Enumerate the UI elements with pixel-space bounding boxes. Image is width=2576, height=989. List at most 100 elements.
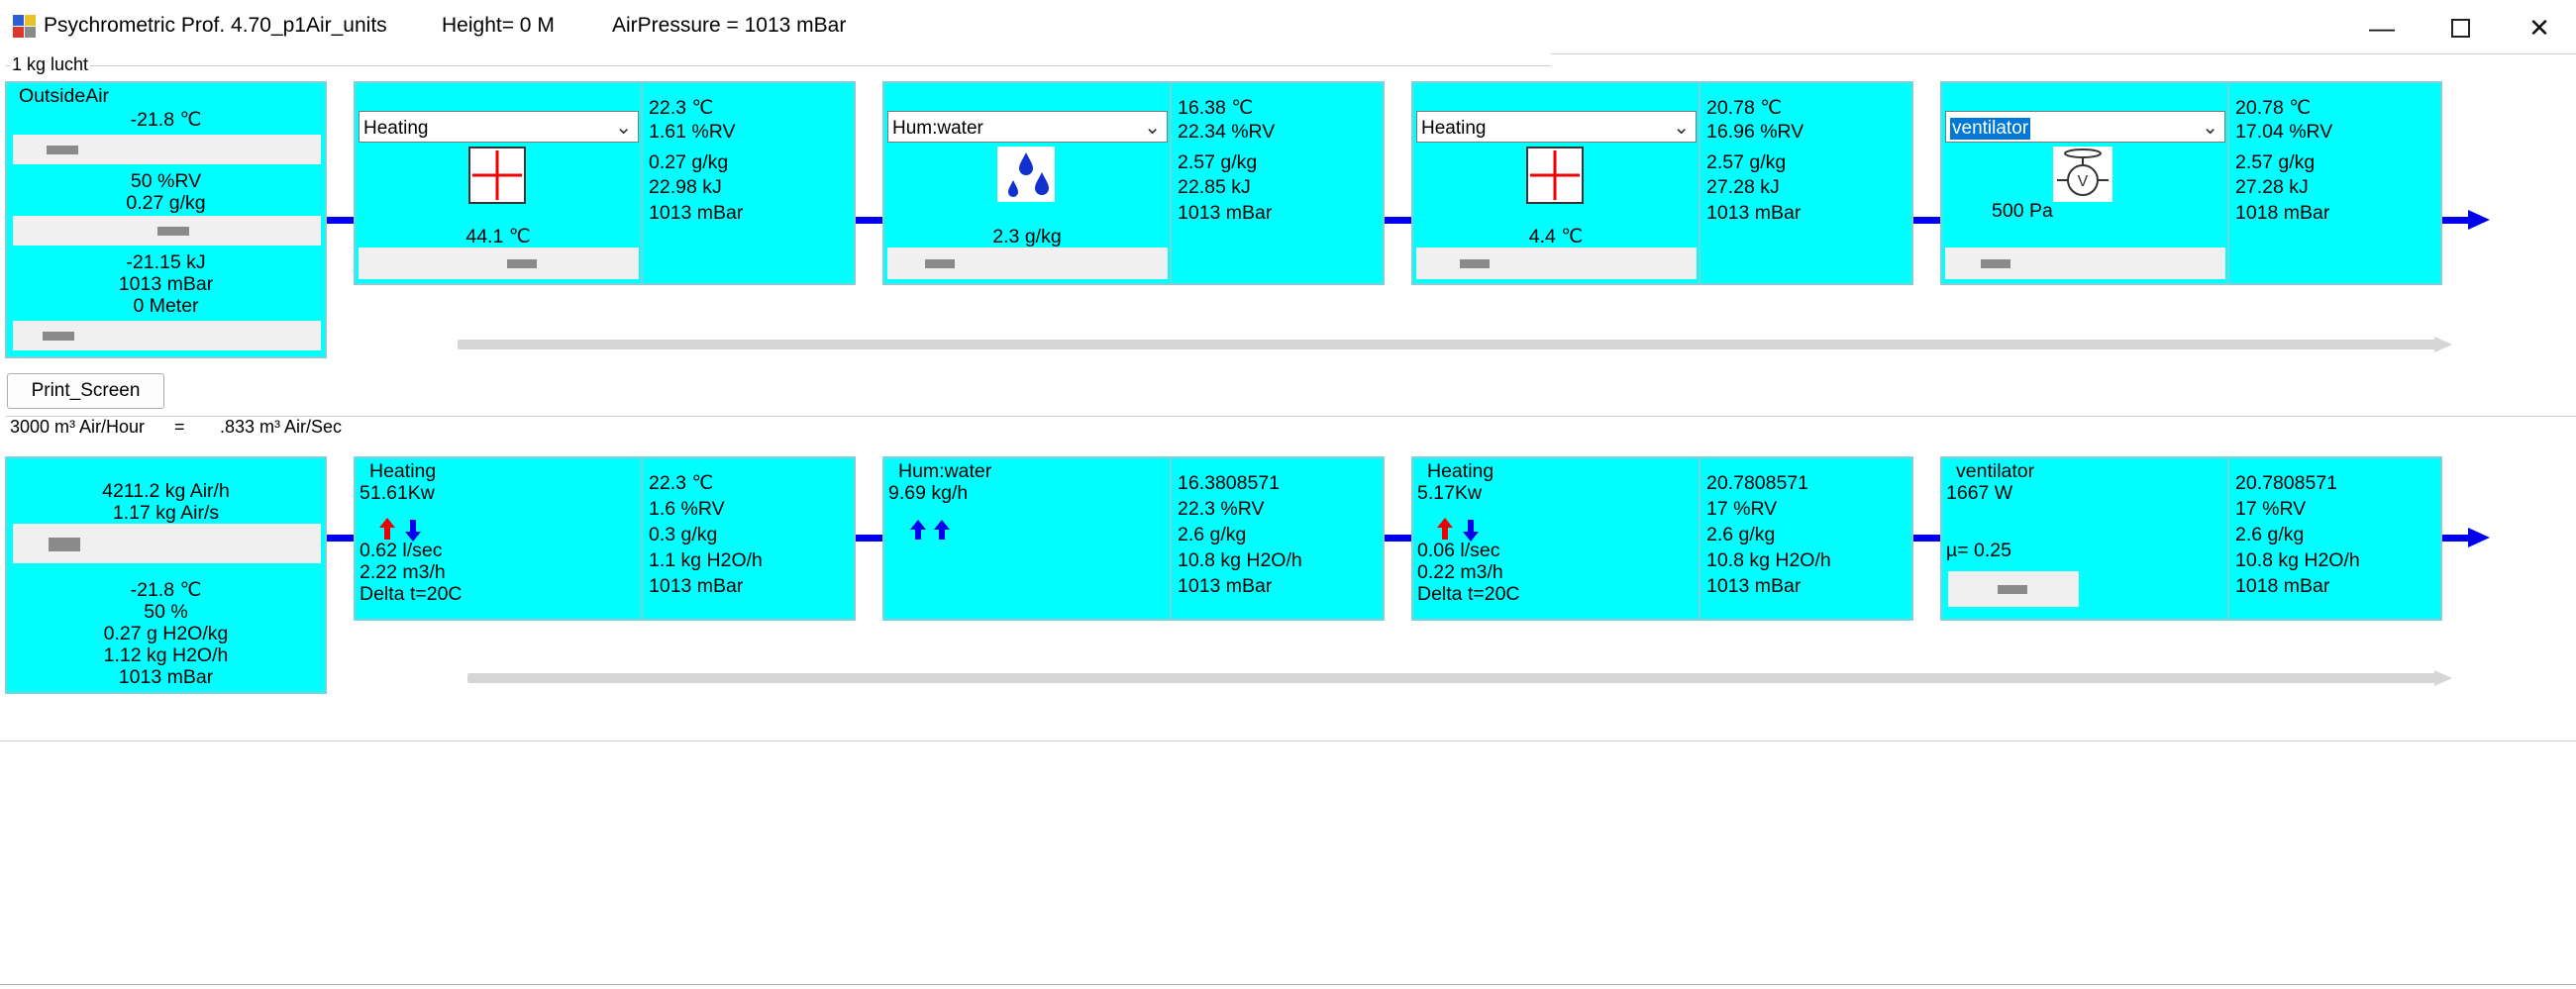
out-moisture: 0.27 g/kg (649, 151, 729, 173)
group-label-1kg: 1 kg lucht (10, 54, 91, 75)
flow-panel-heating-2: Heating 5.17Kw 0.06 l/sec 0.22 m3/h Delt… (1411, 456, 1913, 621)
out-temp: 22.3 ℃ (649, 97, 714, 119)
flow-scroll-thumb[interactable] (49, 538, 80, 551)
outside-rh-2: 50 % (144, 601, 188, 623)
out-rh: 17 %RV (2235, 498, 2307, 520)
flow-connector (2442, 217, 2470, 224)
flow-connector (1913, 535, 1941, 542)
heating-setpoint: 44.1 ℃ (465, 226, 531, 247)
outside-pressure: 1013 mBar (118, 273, 214, 295)
setpoint-scrollbar[interactable] (359, 247, 639, 279)
chevron-down-icon: ⌄ (2202, 117, 2218, 139)
efficiency-scrollbar[interactable] (1948, 571, 2079, 607)
rh-scrollbar[interactable] (13, 216, 321, 246)
outside-height: 0 Meter (133, 295, 199, 317)
out-water: 10.8 kg H2O/h (1178, 549, 1302, 571)
water-consumption: 9.69 kg/h (888, 482, 969, 504)
out-pressure: 1013 mBar (1706, 575, 1802, 597)
unit-type-select[interactable]: Hum:water ⌄ (887, 111, 1168, 143)
unit-type-select[interactable]: Heating ⌄ (1416, 111, 1697, 143)
flow-panel-heating-1: Heating 51.61Kw 0.62 l/sec 2.22 m3/h Del… (354, 456, 856, 621)
unit-panel-heating-1: Heating ⌄ 44.1 ℃ 22.3 ℃ 1.61 %RV 0.27 g/… (354, 81, 856, 285)
minimize-button[interactable]: — (2352, 8, 2412, 48)
out-pressure: 1013 mBar (1178, 202, 1273, 224)
out-pressure: 1018 mBar (2235, 202, 2330, 224)
temp-scrollbar[interactable] (13, 135, 321, 164)
up-arrows-icon (910, 520, 950, 540)
close-button[interactable]: ✕ (2510, 8, 2569, 48)
fan-efficiency: µ= 0.25 (1946, 540, 2011, 561)
heater-cross-icon (468, 147, 526, 204)
setpoint-scrollbar[interactable] (1416, 247, 1697, 279)
delta-t: Delta t=20C (1417, 583, 1520, 605)
scroll-right-arrow-icon[interactable] (2434, 670, 2452, 686)
flow-per-sec: .833 m³ Air/Sec (220, 417, 343, 437)
unit-type-select[interactable]: ventilator ⌄ (1945, 111, 2225, 143)
setpoint-scroll-thumb[interactable] (1981, 259, 2010, 268)
unit-title: Heating (1427, 460, 1494, 482)
temp-scroll-thumb[interactable] (47, 146, 78, 154)
out-water: 10.8 kg H2O/h (2235, 549, 2360, 571)
height-scroll-thumb[interactable] (43, 332, 74, 341)
svg-text:V: V (2078, 173, 2089, 190)
heating-setpoint: 4.4 ℃ (1528, 226, 1584, 247)
water-flow-m3h: 2.22 m3/h (360, 561, 446, 583)
out-temp: 22.3 ℃ (649, 472, 714, 494)
group-border-flow (6, 416, 2576, 417)
chevron-down-icon: ⌄ (615, 117, 632, 139)
group-border-bottom (0, 741, 2576, 742)
app-icon (13, 15, 36, 38)
outside-pressure-2: 1013 mBar (118, 666, 214, 688)
scroll-right-arrow-icon[interactable] (2434, 337, 2452, 352)
water-flow-m3h: 0.22 m3/h (1417, 561, 1503, 583)
hot-cold-arrows-icon (379, 518, 421, 542)
outside-moisture-2: 0.27 g H2O/kg (103, 623, 229, 644)
out-rh: 22.3 %RV (1178, 498, 1265, 520)
out-temp: 20.7808571 (1706, 472, 1809, 494)
out-rh: 22.34 %RV (1178, 121, 1276, 143)
out-pressure: 1013 mBar (1706, 202, 1802, 224)
out-rh: 17 %RV (1706, 498, 1778, 520)
setpoint-scrollbar[interactable] (887, 247, 1168, 279)
maximize-button[interactable] (2430, 8, 2490, 48)
horizontal-scrollbar-top[interactable] (458, 340, 2438, 349)
out-moisture: 2.6 g/kg (2235, 524, 2305, 545)
outside-air-panel: OutsideAir -21.8 ℃ 50 %RV 0.27 g/kg -21.… (5, 81, 327, 358)
setpoint-scroll-thumb[interactable] (925, 259, 955, 268)
out-temp: 16.38 ℃ (1178, 97, 1254, 119)
outside-moisture: 0.27 g/kg (126, 192, 206, 214)
setpoint-scroll-thumb[interactable] (1460, 259, 1490, 268)
flow-connector (856, 535, 883, 542)
group-border-top-right (1551, 53, 2576, 54)
out-rh: 17.04 %RV (2235, 121, 2333, 143)
out-temp: 16.3808571 (1178, 472, 1281, 494)
rh-scroll-thumb[interactable] (157, 227, 189, 236)
flow-connector (2442, 535, 2470, 542)
unit-type-select[interactable]: Heating ⌄ (359, 111, 639, 143)
setpoint-scroll-thumb[interactable] (507, 259, 537, 268)
out-moisture: 0.3 g/kg (649, 524, 718, 545)
flow-out-arrow-icon (2468, 210, 2490, 230)
out-temp: 20.7808571 (2235, 472, 2338, 494)
out-pressure: 1013 mBar (649, 202, 744, 224)
fan-setpoint: 500 Pa (1992, 200, 2053, 222)
print-screen-button[interactable]: Print_Screen (7, 373, 164, 409)
flow-scrollbar[interactable] (13, 524, 321, 563)
out-moisture: 2.57 g/kg (1178, 151, 1258, 173)
group-border-top (6, 65, 1551, 66)
horizontal-scrollbar-bottom[interactable] (467, 673, 2438, 683)
heating-power: 51.61Kw (360, 482, 435, 504)
height-scrollbar[interactable] (13, 321, 321, 350)
unit-panel-ventilator: ventilator ⌄ V 500 Pa 20.78 ℃ 17.04 %RV … (1940, 81, 2442, 285)
outside-water-flow: 1.12 kg H2O/h (103, 644, 229, 666)
out-moisture: 2.6 g/kg (1706, 524, 1776, 545)
flow-equals: = (174, 417, 185, 437)
out-water: 10.8 kg H2O/h (1706, 549, 1831, 571)
flow-connector (1913, 217, 1941, 224)
efficiency-scroll-thumb[interactable] (1998, 585, 2027, 594)
setpoint-scrollbar[interactable] (1945, 247, 2225, 279)
unit-title: ventilator (1956, 460, 2035, 482)
out-enthalpy: 22.85 kJ (1178, 176, 1251, 198)
flow-panel-ventilator: ventilator 1667 W µ= 0.25 20.7808571 17 … (1940, 456, 2442, 621)
height-readout: Height= 0 M (442, 14, 555, 37)
